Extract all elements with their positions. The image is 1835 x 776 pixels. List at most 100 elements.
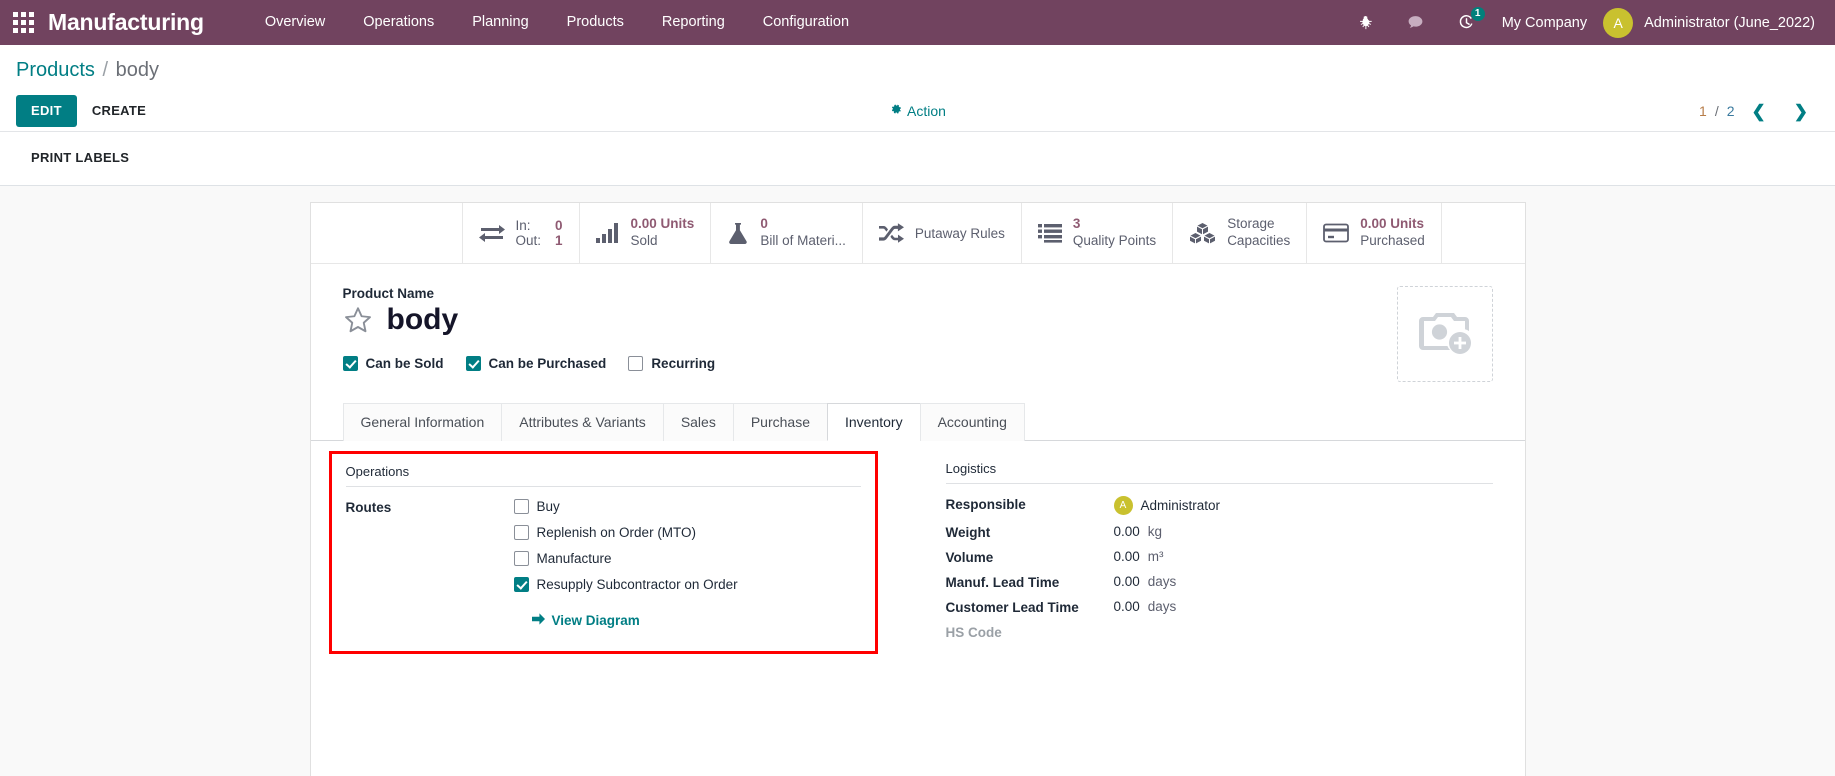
shuffle-icon: [878, 222, 904, 244]
star-outline-icon[interactable]: [343, 305, 373, 335]
stat-button-putaway-rules[interactable]: Putaway Rules: [863, 203, 1022, 263]
clock-activity-icon[interactable]: 1: [1441, 0, 1492, 45]
tab-purchase[interactable]: Purchase: [732, 403, 827, 441]
create-button[interactable]: CREATE: [77, 95, 161, 127]
user-menu[interactable]: A Administrator (June_2022): [1603, 7, 1821, 38]
secondary-button-row: PRINT LABELS: [0, 131, 1835, 185]
route-resupply-box[interactable]: [513, 577, 529, 592]
bug-icon[interactable]: [1341, 0, 1390, 45]
route-checkbox-buy[interactable]: Buy: [513, 499, 738, 514]
stat-purchased-label: Purchased: [1360, 233, 1425, 249]
route-resupply-label: Resupply Subcontractor on Order: [536, 577, 738, 592]
stat-putaway-label: Putaway Rules: [914, 225, 1005, 241]
view-diagram-link[interactable]: View Diagram: [531, 613, 738, 628]
routes-field-row: Routes Buy Replenish on Order (MTO) Manu…: [346, 499, 861, 628]
stat-storage-label-line2: Capacities: [1227, 233, 1291, 249]
route-checkbox-manufacture[interactable]: Manufacture: [513, 551, 738, 566]
checkbox-can-be-purchased[interactable]: Can be Purchased: [465, 356, 606, 371]
checkbox-recurring[interactable]: Recurring: [628, 356, 715, 371]
logistics-column: Logistics Responsible A Administrator We…: [918, 461, 1493, 649]
weight-unit: kg: [1147, 524, 1163, 539]
menu-item-overview[interactable]: Overview: [246, 3, 344, 42]
volume-number: 0.00: [1113, 549, 1140, 564]
menu-item-operations[interactable]: Operations: [344, 3, 453, 42]
app-brand-title[interactable]: Manufacturing: [48, 9, 204, 36]
breadcrumb-separator: /: [102, 59, 109, 81]
responsible-name: Administrator: [1140, 498, 1221, 513]
stat-button-purchased[interactable]: 0.00 Units Purchased: [1307, 203, 1442, 263]
company-name[interactable]: My Company: [1492, 15, 1603, 31]
responsible-value[interactable]: A Administrator: [1113, 496, 1221, 515]
customer-lead-time-label: Customer Lead Time: [945, 600, 1079, 615]
tab-accounting[interactable]: Accounting: [919, 403, 1025, 441]
chevron-left-icon[interactable]: ❮: [1741, 101, 1777, 122]
checkbox-can-be-purchased-box[interactable]: [465, 356, 481, 371]
form-sheet: In: 0 Out: 1 0.00 Units Sold 0 Bill of M…: [309, 202, 1526, 776]
page-title: body: [386, 303, 459, 336]
manuf-lead-time-unit: days: [1147, 574, 1177, 589]
field-row-responsible: Responsible A Administrator: [946, 496, 1493, 515]
stat-out-key: Out:: [515, 233, 542, 249]
stat-button-inout[interactable]: In: 0 Out: 1: [463, 203, 580, 263]
pager-separator: /: [1714, 103, 1719, 119]
stat-button-bom[interactable]: 0 Bill of Materi...: [711, 203, 863, 263]
breadcrumb-products-link[interactable]: Products: [16, 59, 95, 81]
checkbox-recurring-box[interactable]: [628, 356, 644, 371]
stat-button-storage-capacities[interactable]: Storage Capacities: [1173, 203, 1308, 263]
operations-column: Operations Routes Buy Replenish on Order…: [328, 451, 918, 654]
product-image-placeholder[interactable]: [1396, 286, 1493, 382]
stat-sold-text: 0.00 Units Sold: [631, 216, 695, 250]
action-button-row: EDIT CREATE Action 1 / 2 ❮ ❯: [0, 87, 1835, 131]
route-checkbox-resupply-subcontractor-on-order[interactable]: Resupply Subcontractor on Order: [513, 577, 738, 592]
checkbox-can-be-sold-box[interactable]: [342, 356, 358, 371]
main-menu: Overview Operations Planning Products Re…: [246, 3, 868, 42]
top-navbar: Manufacturing Overview Operations Planni…: [0, 0, 1835, 45]
pager-total: 2: [1726, 103, 1735, 119]
credit-card-icon: [1323, 223, 1350, 243]
print-labels-button[interactable]: PRINT LABELS: [16, 142, 144, 174]
breadcrumb: Products / body: [0, 45, 1835, 87]
tab-attributes-variants[interactable]: Attributes & Variants: [501, 403, 663, 441]
route-manufacture-label: Manufacture: [536, 551, 612, 566]
menu-item-configuration[interactable]: Configuration: [744, 3, 868, 42]
menu-item-products[interactable]: Products: [548, 3, 643, 42]
stat-button-row: In: 0 Out: 1 0.00 Units Sold 0 Bill of M…: [310, 203, 1525, 264]
stat-sold-label: Sold: [630, 233, 658, 249]
stat-row-spacer: [311, 203, 463, 263]
responsible-label: Responsible: [945, 497, 1026, 512]
stat-button-quality-points[interactable]: 3 Quality Points: [1022, 203, 1174, 263]
gear-icon: [889, 103, 902, 119]
weight-value: 0.00 kg: [1114, 524, 1163, 539]
checkbox-can-be-sold[interactable]: Can be Sold: [342, 356, 444, 371]
tab-sales[interactable]: Sales: [662, 403, 733, 441]
arrow-right-icon: [531, 613, 545, 628]
route-checkbox-replenish-on-order-mto[interactable]: Replenish on Order (MTO): [513, 525, 738, 540]
route-buy-box[interactable]: [513, 499, 529, 514]
form-sheet-background: In: 0 Out: 1 0.00 Units Sold 0 Bill of M…: [0, 186, 1835, 776]
tab-general-information[interactable]: General Information: [342, 403, 502, 441]
stat-button-sold[interactable]: 0.00 Units Sold: [580, 203, 712, 263]
field-row-manuf-lead-time: Manuf. Lead Time 0.00 days: [946, 574, 1493, 590]
route-mto-box[interactable]: [513, 525, 529, 540]
customer-lead-time-number: 0.00: [1113, 599, 1140, 614]
route-mto-label: Replenish on Order (MTO): [536, 525, 697, 540]
navbar-right-section: 1 My Company A Administrator (June_2022): [1341, 0, 1821, 45]
chat-bubble-icon[interactable]: [1390, 0, 1441, 45]
field-row-weight: Weight 0.00 kg: [946, 524, 1493, 540]
bar-chart-icon: [595, 222, 620, 244]
chevron-right-icon[interactable]: ❯: [1783, 101, 1819, 122]
inventory-tab-pane: Operations Routes Buy Replenish on Order…: [311, 441, 1525, 679]
menu-item-reporting[interactable]: Reporting: [643, 3, 744, 42]
route-buy-label: Buy: [536, 499, 560, 514]
list-icon: [1037, 223, 1062, 243]
action-dropdown[interactable]: Action: [889, 103, 946, 119]
weight-number: 0.00: [1113, 524, 1140, 539]
menu-item-planning[interactable]: Planning: [453, 3, 547, 42]
apps-grid-icon[interactable]: [10, 10, 36, 36]
manuf-lead-time-value: 0.00 days: [1114, 574, 1177, 589]
edit-button[interactable]: EDIT: [16, 94, 77, 128]
route-manufacture-box[interactable]: [513, 551, 529, 566]
checkbox-can-be-sold-label: Can be Sold: [365, 356, 444, 371]
tab-inventory[interactable]: Inventory: [827, 403, 920, 441]
volume-label: Volume: [945, 550, 994, 565]
